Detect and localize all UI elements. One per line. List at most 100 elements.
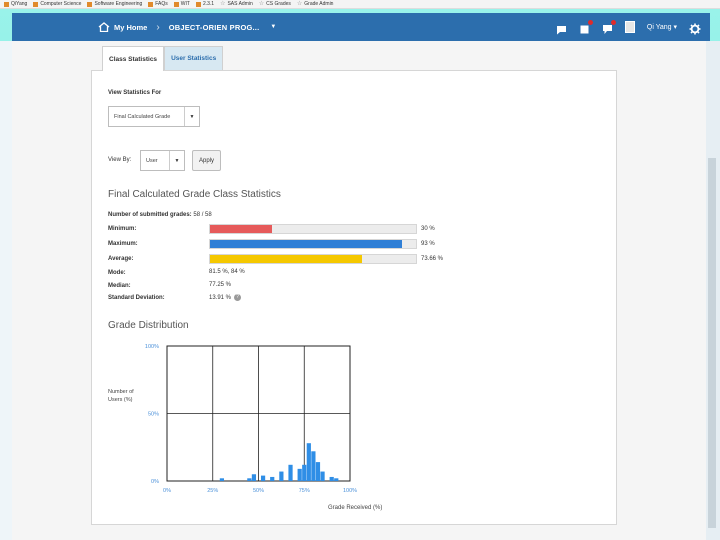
average-percent: 73.66 % — [421, 256, 444, 262]
bookmark-item[interactable]: FAQs — [148, 1, 168, 7]
page-icon — [173, 1, 179, 7]
view-by-value: User — [146, 157, 158, 164]
histogram-bar-6 — [288, 464, 293, 481]
submitted-grades-label-text: Number of submitted grades: — [108, 212, 192, 218]
maximum-label: Maximum: — [108, 241, 138, 247]
browser-window: QiYang Computer Science Software Engineeri… — [0, 0, 720, 540]
tab-user-statistics[interactable]: User Statistics — [164, 46, 224, 70]
histogram-bar-8 — [302, 464, 307, 481]
average-label: Average: — [108, 256, 134, 262]
chevron-down-icon[interactable]: ▼ — [270, 24, 276, 30]
breadcrumb-chevron-icon: › — [156, 21, 160, 33]
y-tick-label: 0% — [151, 479, 159, 485]
maximum-bar — [209, 239, 417, 249]
bookmarks-bar: QiYang Computer Science Software Engineeri… — [0, 0, 720, 9]
bookmark-label: CS Grades — [266, 1, 291, 7]
star-icon: ☆ — [258, 0, 265, 7]
mode-value: 81.5 %, 84 % — [209, 269, 245, 275]
x-tick-label: 25% — [207, 488, 218, 494]
page-icon — [148, 1, 154, 7]
histogram-bar-9 — [306, 443, 311, 481]
course-selector[interactable]: OBJECT-ORIEN PROG... — [169, 23, 260, 32]
y-tick-label: 100% — [145, 344, 159, 350]
subscription-alerts-icon[interactable] — [579, 19, 593, 33]
notification-badge — [587, 19, 593, 25]
view-by-select[interactable]: User ▼ — [140, 150, 185, 171]
view-statistics-select[interactable]: Final Calculated Grade ▼ — [108, 106, 200, 127]
histogram-bar-13 — [329, 476, 334, 481]
page-icon — [195, 1, 201, 7]
chevron-down-icon: ▼ — [184, 107, 199, 126]
grade-distribution-chart: 0% 50% 100% 0% 25% 50% 75% 100% — [145, 344, 357, 494]
histogram-bar-3 — [260, 475, 266, 481]
notification-badge — [610, 19, 616, 25]
standard-deviation-value: 13.91 %? — [209, 294, 242, 302]
maximum-percent: 93 % — [421, 241, 435, 247]
statistics-title: Final Calculated Grade Class Statistics — [108, 189, 281, 200]
top-navigation-bar: My Home › OBJECT-ORIEN PROG... ▼ Qi Yang… — [12, 13, 710, 41]
view-statistics-label: View Statistics For — [108, 90, 162, 96]
distribution-y-axis-label: Number of Users (%) — [108, 389, 134, 403]
average-bar — [209, 254, 417, 264]
bookmark-item[interactable]: QiYang — [4, 1, 27, 7]
help-icon[interactable]: ? — [234, 294, 242, 301]
bookmark-label: Computer Science — [40, 1, 82, 7]
minimum-label: Minimum: — [108, 226, 137, 232]
bookmark-item[interactable]: ☆ Grade Admin — [297, 1, 334, 8]
histogram-bar-11 — [315, 462, 321, 481]
minimum-bar — [209, 224, 417, 234]
bookmark-label: 2.3.1 — [202, 1, 215, 7]
bookmark-label: Grade Admin — [304, 1, 334, 7]
distribution-x-axis-label: Grade Received (%) — [328, 505, 383, 511]
histogram-bar-10 — [311, 451, 316, 481]
bookmark-item[interactable]: 2.3.1 — [195, 1, 215, 7]
bookmark-label: Software Engineering — [94, 1, 143, 7]
message-alerts-icon[interactable] — [556, 22, 567, 34]
avatar[interactable] — [624, 21, 635, 33]
bookmark-item[interactable]: WIT — [173, 1, 190, 7]
x-tick-label: 50% — [253, 488, 264, 494]
x-tick-label: 100% — [343, 488, 357, 494]
bookmark-label: QiYang — [11, 1, 28, 7]
standard-deviation-label: Standard Deviation: — [108, 295, 165, 301]
grade-distribution-title: Grade Distribution — [108, 320, 189, 331]
histogram-bar-12 — [320, 471, 325, 481]
statistics-tabs: Class Statistics User Statistics — [102, 46, 224, 71]
histogram-bar-4 — [270, 476, 275, 481]
page-icon — [4, 1, 9, 7]
bookmark-item[interactable]: Software Engineering — [87, 1, 142, 7]
average-bar-fill — [210, 255, 362, 263]
histogram-bar-0 — [219, 478, 225, 481]
nav-right-tools: Qi Yang ▾ — [556, 13, 701, 41]
view-by-label: View By: — [108, 157, 132, 163]
median-value: 77.25 % — [209, 282, 232, 288]
scrollbar-thumb[interactable] — [708, 158, 716, 528]
bookmark-item[interactable]: ☆ SAS Admin — [220, 0, 253, 8]
histogram-bar-2 — [251, 474, 257, 481]
bookmark-item[interactable]: Computer Science — [33, 1, 81, 7]
my-home-link[interactable]: My Home — [114, 23, 147, 32]
home-icon[interactable] — [98, 22, 110, 32]
mode-label: Mode: — [108, 270, 126, 276]
bookmark-item[interactable]: ☆ CS Grades — [258, 0, 291, 8]
bookmark-label: SAS Admin — [227, 1, 253, 7]
standard-deviation-number: 13.91 % — [209, 295, 232, 302]
bookmark-label: FAQs — [155, 1, 168, 7]
tab-class-statistics[interactable]: Class Statistics — [102, 46, 165, 71]
median-label: Median: — [108, 283, 131, 289]
histogram-bar-1 — [247, 478, 252, 481]
update-alerts-icon[interactable] — [602, 19, 616, 34]
user-menu[interactable]: Qi Yang ▾ — [647, 23, 677, 31]
submitted-grades-value: 58 / 58 — [193, 212, 212, 218]
chevron-down-icon: ▼ — [169, 151, 184, 170]
minimum-bar-fill — [210, 225, 272, 233]
star-icon: ☆ — [220, 0, 226, 7]
y-tick-label: 50% — [148, 412, 159, 418]
apply-button[interactable]: Apply — [192, 150, 221, 171]
x-tick-label: 75% — [299, 488, 310, 494]
minimum-percent: 30 % — [421, 226, 435, 232]
submitted-grades-label: Number of submitted grades: 58 / 58 — [108, 212, 212, 218]
bookmark-label: WIT — [180, 1, 190, 7]
gear-icon[interactable] — [689, 22, 701, 34]
x-tick-label: 0% — [163, 488, 171, 494]
